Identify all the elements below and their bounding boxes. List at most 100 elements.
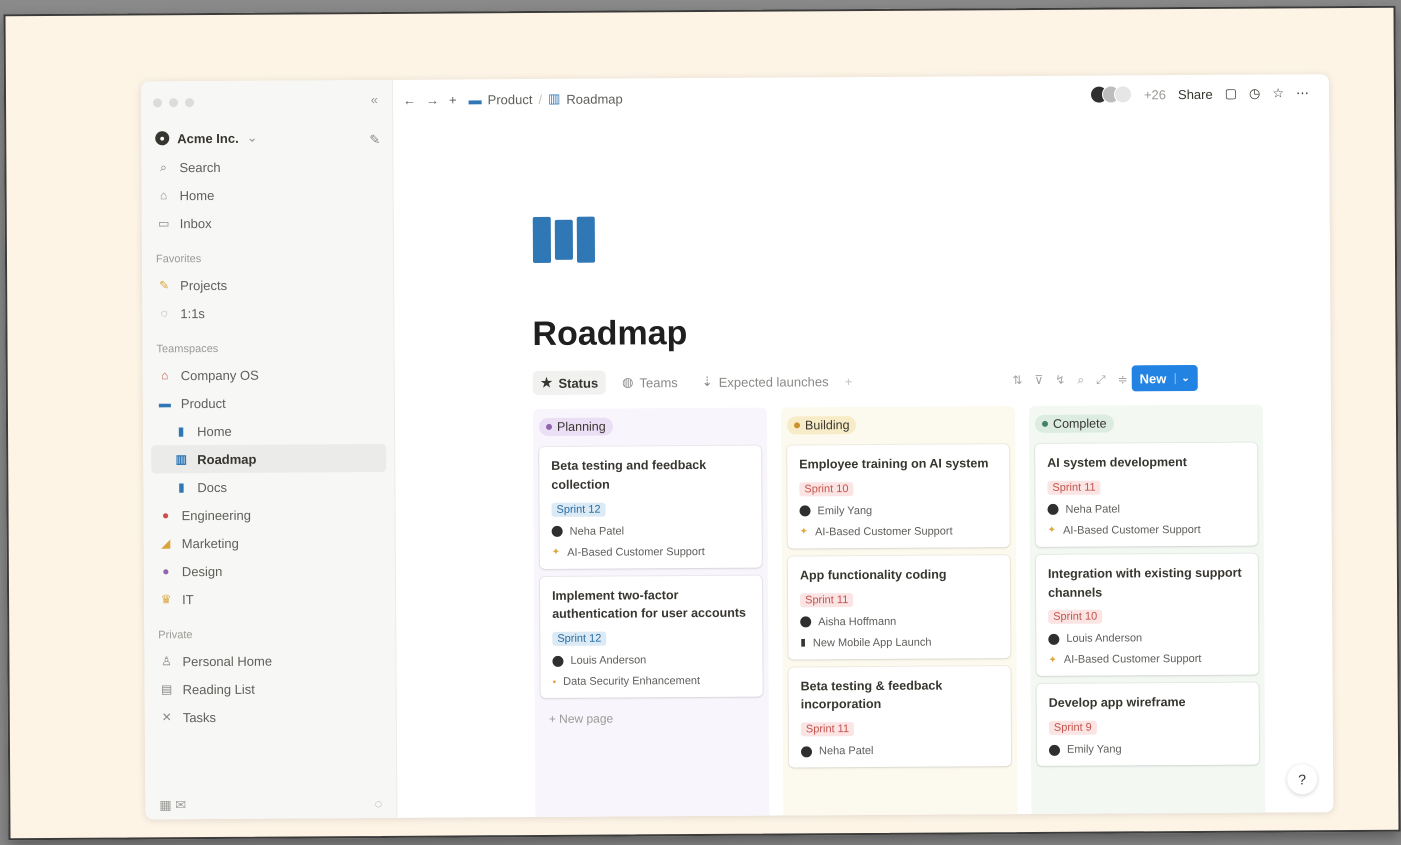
collaborator-avatars[interactable]: [1089, 85, 1132, 104]
column-title: Complete: [1052, 416, 1107, 431]
project-row: ▮ New Mobile App Launch: [800, 636, 998, 649]
app-window: « ● Acme Inc. ⌄ ✎ ⌕ Search ⌂ Home ▭ Inbo…: [140, 74, 1334, 820]
breadcrumb: ▬ Product / ▥ Roadmap: [469, 90, 623, 107]
tab-expected-launches[interactable]: ⇣ Expected launches: [694, 369, 837, 394]
sidebar-item-design[interactable]: ● Design: [152, 556, 387, 585]
main-content: ← → + ▬ Product / ▥ Roadmap +26 Share ▢ …: [393, 74, 1333, 820]
sidebar-item-home[interactable]: ⌂ Home: [150, 180, 385, 209]
column-title: Building: [804, 418, 850, 433]
avatar: [799, 505, 811, 517]
history-icon[interactable]: ◷: [1249, 86, 1260, 102]
sidebar-item-label: Roadmap: [197, 451, 257, 467]
it-icon: ♛: [160, 592, 172, 607]
chevron-down-icon[interactable]: ⌄: [1174, 372, 1190, 384]
card-title: Employee training on AI system: [799, 456, 989, 472]
tab-teams[interactable]: ◍ Teams: [614, 370, 686, 394]
add-view-button[interactable]: +: [844, 374, 852, 389]
tab-label: Teams: [639, 374, 678, 390]
chevron-down-icon: ⌄: [246, 129, 258, 145]
share-button[interactable]: Share: [1178, 86, 1213, 101]
collapse-sidebar-icon[interactable]: «: [371, 92, 378, 107]
status-badge: Building: [786, 416, 857, 435]
sidebar-item-company-os[interactable]: ⌂ Company OS: [151, 360, 386, 389]
sidebar-item-personal-home[interactable]: ♙ Personal Home: [152, 646, 387, 675]
star-icon: ★: [540, 374, 553, 390]
sidebar-item-marketing[interactable]: ◢ Marketing: [152, 528, 387, 557]
maximize-window-icon[interactable]: [185, 97, 195, 107]
sidebar-item-tasks[interactable]: ✕ Tasks: [153, 702, 388, 731]
settings-icon[interactable]: ≑: [1118, 372, 1128, 387]
sidebar-item-product-home[interactable]: ▮ Home: [151, 416, 386, 445]
sidebar-item-label: Docs: [197, 479, 228, 495]
board-card[interactable]: Develop app wireframe Sprint 9 Emily Yan…: [1036, 682, 1260, 766]
sprint-tag: Sprint 12: [552, 631, 607, 646]
lightning-icon[interactable]: ↯: [1055, 372, 1065, 387]
board-card[interactable]: AI system development Sprint 11 Neha Pat…: [1035, 442, 1258, 547]
bookmark-icon: ▮: [178, 480, 185, 495]
minimize-window-icon[interactable]: [169, 97, 179, 107]
search-icon[interactable]: ⌕: [1077, 372, 1084, 387]
filter-icon[interactable]: ⊽: [1034, 372, 1043, 387]
sidebar-item-roadmap[interactable]: ▥ Roadmap: [151, 443, 387, 474]
sidebar-item-label: Projects: [180, 277, 228, 293]
product-icon: ▬: [468, 91, 482, 107]
close-window-icon[interactable]: [153, 97, 163, 107]
board-card[interactable]: Employee training on AI system Sprint 10…: [787, 444, 1010, 549]
new-page-icon[interactable]: ✎: [369, 132, 380, 148]
board-card[interactable]: Beta testing and feedback collection Spr…: [539, 445, 762, 569]
tab-status[interactable]: ★ Status: [532, 370, 607, 396]
sidebar-item-label: Engineering: [181, 507, 251, 523]
sidebar-item-label: Marketing: [181, 535, 239, 551]
breadcrumb-item[interactable]: Product: [488, 92, 533, 107]
new-button[interactable]: New ⌄: [1131, 364, 1198, 392]
company-icon: ⌂: [161, 368, 169, 383]
add-icon[interactable]: +: [449, 92, 457, 107]
pencil-icon: ✎: [159, 278, 170, 293]
project-name: AI-Based Customer Support: [815, 525, 953, 539]
help-circle-icon[interactable]: ◌: [375, 796, 383, 812]
sort-icon[interactable]: ⇅: [1012, 373, 1022, 388]
sidebar-item-reading-list[interactable]: ▤ Reading List: [153, 674, 388, 703]
megaphone-icon: ◢: [161, 536, 171, 551]
back-arrow-icon[interactable]: ←: [403, 92, 416, 107]
sidebar-item-engineering[interactable]: ● Engineering: [151, 500, 386, 529]
comment-icon[interactable]: ▢: [1225, 86, 1237, 102]
sidebar-item-label: Company OS: [180, 367, 259, 383]
sidebar-item-projects[interactable]: ✎ Projects: [150, 270, 385, 299]
star-icon[interactable]: ☆: [1272, 85, 1284, 101]
workspace-icon: ●: [155, 131, 170, 146]
board-card[interactable]: Integration with existing support channe…: [1035, 553, 1259, 677]
avatar: [1048, 633, 1060, 645]
sidebar-item-label: 1:1s: [180, 305, 205, 321]
sidebar-item-1on1s[interactable]: ◌ 1:1s: [150, 298, 385, 327]
forward-arrow-icon[interactable]: →: [426, 92, 439, 107]
workspace-switcher[interactable]: ● Acme Inc. ⌄: [149, 126, 384, 149]
sidebar-item-docs[interactable]: ▮ Docs: [151, 472, 386, 501]
board-card[interactable]: Beta testing & feedback incorporation Sp…: [788, 665, 1012, 768]
project-name: AI-Based Customer Support: [1063, 653, 1202, 667]
avatar: [1048, 744, 1061, 756]
calendar-icon[interactable]: ▦ ✉: [159, 797, 186, 813]
more-icon[interactable]: ⋯: [1296, 85, 1309, 101]
status-badge: Complete: [1034, 414, 1114, 433]
pin-icon: ⇣: [701, 373, 713, 390]
new-page-button[interactable]: + New page: [541, 711, 763, 726]
board-card[interactable]: App functionality coding Sprint 11 Aisha…: [787, 554, 1011, 659]
sidebar-item-product[interactable]: ▬ Product: [151, 388, 386, 417]
sidebar-item-label: Design: [181, 563, 223, 579]
board-card[interactable]: Implement two-factor authentication for …: [539, 575, 763, 698]
expand-icon[interactable]: ⤢: [1096, 372, 1106, 387]
sidebar-item-it[interactable]: ♛ IT: [152, 584, 387, 613]
topbar-actions: +26 Share ▢ ◷ ☆ ⋯: [1089, 84, 1309, 104]
collaborator-count[interactable]: +26: [1144, 87, 1166, 102]
palette-icon: ●: [162, 564, 170, 579]
breadcrumb-item[interactable]: Roadmap: [566, 91, 622, 106]
sidebar-item-search[interactable]: ⌕ Search: [149, 152, 384, 181]
project-name: AI-Based Customer Support: [1063, 523, 1201, 537]
phone-icon: ▮: [800, 637, 806, 649]
view-tools: ⇅ ⊽ ↯ ⌕ ⤢ ≑: [1012, 372, 1127, 388]
map-icon: ▥: [547, 90, 561, 106]
sidebar-item-label: Inbox: [179, 215, 212, 231]
sidebar-item-inbox[interactable]: ▭ Inbox: [150, 208, 385, 237]
help-button[interactable]: ?: [1287, 764, 1318, 795]
